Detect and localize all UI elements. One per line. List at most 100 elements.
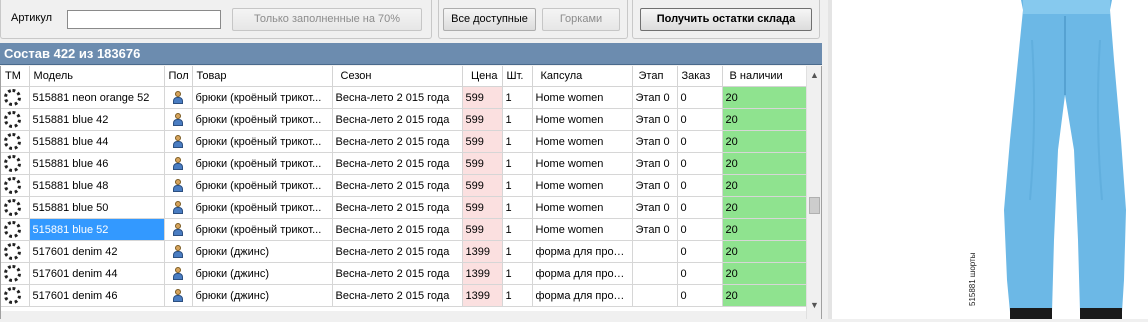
cell-stock[interactable]: 20 (722, 218, 807, 241)
cell-order[interactable]: 0 (677, 108, 723, 131)
cell-price[interactable]: 1399 (462, 240, 503, 263)
cell-product[interactable]: брюки (джинс) (192, 262, 333, 285)
cell-capsule[interactable]: Home women (532, 130, 633, 153)
cell-tm[interactable] (1, 284, 30, 307)
col-header-model[interactable]: Модель (29, 66, 165, 87)
cell-stock[interactable]: 20 (722, 284, 807, 307)
cell-season[interactable]: Весна-лето 2 015 года (332, 86, 463, 109)
cell-sex[interactable] (164, 174, 193, 197)
cell-sex[interactable] (164, 152, 193, 175)
cell-order[interactable]: 0 (677, 196, 723, 219)
cell-capsule[interactable]: Home women (532, 86, 633, 109)
cell-sex[interactable] (164, 240, 193, 263)
cell-order[interactable]: 0 (677, 284, 723, 307)
cell-product[interactable]: брюки (кроёный трикот... (192, 174, 333, 197)
cell-price[interactable]: 599 (462, 196, 503, 219)
cell-tm[interactable] (1, 240, 30, 263)
cell-order[interactable]: 0 (677, 174, 723, 197)
cell-sex[interactable] (164, 196, 193, 219)
cell-qty[interactable]: 1 (502, 196, 533, 219)
cell-season[interactable]: Весна-лето 2 015 года (332, 152, 463, 175)
cell-stock[interactable]: 20 (722, 240, 807, 263)
cell-tm[interactable] (1, 262, 30, 285)
cell-tm[interactable] (1, 86, 30, 109)
cell-qty[interactable]: 1 (502, 174, 533, 197)
cell-stock[interactable]: 20 (722, 86, 807, 109)
cell-qty[interactable]: 1 (502, 108, 533, 131)
cell-capsule[interactable]: Home women (532, 108, 633, 131)
cell-stage[interactable] (632, 262, 678, 285)
cell-price[interactable]: 599 (462, 86, 503, 109)
col-header-tm[interactable]: ТМ (1, 66, 30, 87)
gorki-button[interactable]: Горками (542, 8, 620, 31)
cell-sex[interactable] (164, 86, 193, 109)
cell-capsule[interactable]: Home women (532, 174, 633, 197)
cell-model[interactable]: 517601 denim 46 (29, 284, 165, 307)
vertical-scrollbar[interactable]: ▲ ▼ (806, 66, 821, 319)
cell-stage[interactable]: Этап 0 (632, 108, 678, 131)
cell-stage[interactable] (632, 240, 678, 263)
cell-qty[interactable]: 1 (502, 152, 533, 175)
cell-order[interactable]: 0 (677, 262, 723, 285)
article-input[interactable] (67, 10, 221, 29)
cell-order[interactable]: 0 (677, 152, 723, 175)
cell-model[interactable]: 515881 blue 46 (29, 152, 165, 175)
cell-stage[interactable] (632, 284, 678, 307)
cell-product[interactable]: брюки (кроёный трикот... (192, 152, 333, 175)
col-header-season[interactable]: Сезон (332, 66, 463, 87)
cell-model[interactable]: 515881 blue 50 (29, 196, 165, 219)
cell-stock[interactable]: 20 (722, 174, 807, 197)
cell-model[interactable]: 515881 blue 48 (29, 174, 165, 197)
table-row[interactable]: 515881 neon orange 52 брюки (кроёный трик… (1, 86, 807, 109)
filled-70-button[interactable]: Только заполненные на 70% (232, 8, 422, 31)
cell-stage[interactable]: Этап 0 (632, 218, 678, 241)
cell-stage[interactable]: Этап 0 (632, 86, 678, 109)
all-available-button[interactable]: Все доступные (443, 8, 536, 31)
cell-product[interactable]: брюки (джинс) (192, 240, 333, 263)
cell-sex[interactable] (164, 262, 193, 285)
cell-stock[interactable]: 20 (722, 262, 807, 285)
cell-season[interactable]: Весна-лето 2 015 года (332, 262, 463, 285)
cell-qty[interactable]: 1 (502, 240, 533, 263)
cell-season[interactable]: Весна-лето 2 015 года (332, 196, 463, 219)
col-header-sex[interactable]: Пол (164, 66, 193, 87)
cell-price[interactable]: 599 (462, 174, 503, 197)
cell-sex[interactable] (164, 284, 193, 307)
col-header-stage[interactable]: Этап (632, 66, 678, 87)
cell-sex[interactable] (164, 130, 193, 153)
cell-stock[interactable]: 20 (722, 108, 807, 131)
cell-model[interactable]: 515881 neon orange 52 (29, 86, 165, 109)
cell-stock[interactable]: 20 (722, 152, 807, 175)
cell-capsule[interactable]: Home women (532, 152, 633, 175)
table-row[interactable]: 515881 blue 48 брюки (кроёный трикот... Ве… (1, 174, 807, 197)
cell-capsule[interactable]: форма для прод... (532, 262, 633, 285)
cell-model[interactable]: 517601 denim 44 (29, 262, 165, 285)
cell-tm[interactable] (1, 130, 30, 153)
cell-price[interactable]: 599 (462, 108, 503, 131)
cell-model[interactable]: 515881 blue 44 (29, 130, 165, 153)
cell-season[interactable]: Весна-лето 2 015 года (332, 240, 463, 263)
horizontal-scrollbar[interactable] (1, 311, 806, 319)
cell-stage[interactable]: Этап 0 (632, 130, 678, 153)
cell-capsule[interactable]: форма для прод... (532, 240, 633, 263)
table-row[interactable]: 515881 blue 44 брюки (кроёный трикот... Ве… (1, 130, 807, 153)
cell-qty[interactable]: 1 (502, 130, 533, 153)
col-header-capsule[interactable]: Капсула (532, 66, 633, 87)
cell-stage[interactable]: Этап 0 (632, 174, 678, 197)
cell-tm[interactable] (1, 174, 30, 197)
scroll-down-arrow-icon[interactable]: ▼ (810, 300, 819, 310)
cell-stage[interactable]: Этап 0 (632, 152, 678, 175)
cell-season[interactable]: Весна-лето 2 015 года (332, 108, 463, 131)
cell-order[interactable]: 0 (677, 86, 723, 109)
cell-stock[interactable]: 20 (722, 130, 807, 153)
col-header-order[interactable]: Заказ (677, 66, 723, 87)
cell-price[interactable]: 599 (462, 130, 503, 153)
cell-tm[interactable] (1, 218, 30, 241)
table-row[interactable]: 515881 blue 50 брюки (кроёный трикот... Ве… (1, 196, 807, 219)
cell-qty[interactable]: 1 (502, 218, 533, 241)
col-header-product[interactable]: Товар (192, 66, 333, 87)
cell-qty[interactable]: 1 (502, 262, 533, 285)
table-row[interactable]: 515881 blue 46 брюки (кроёный трикот... Ве… (1, 152, 807, 175)
cell-tm[interactable] (1, 108, 30, 131)
cell-model[interactable]: 515881 blue 52 (29, 218, 165, 241)
